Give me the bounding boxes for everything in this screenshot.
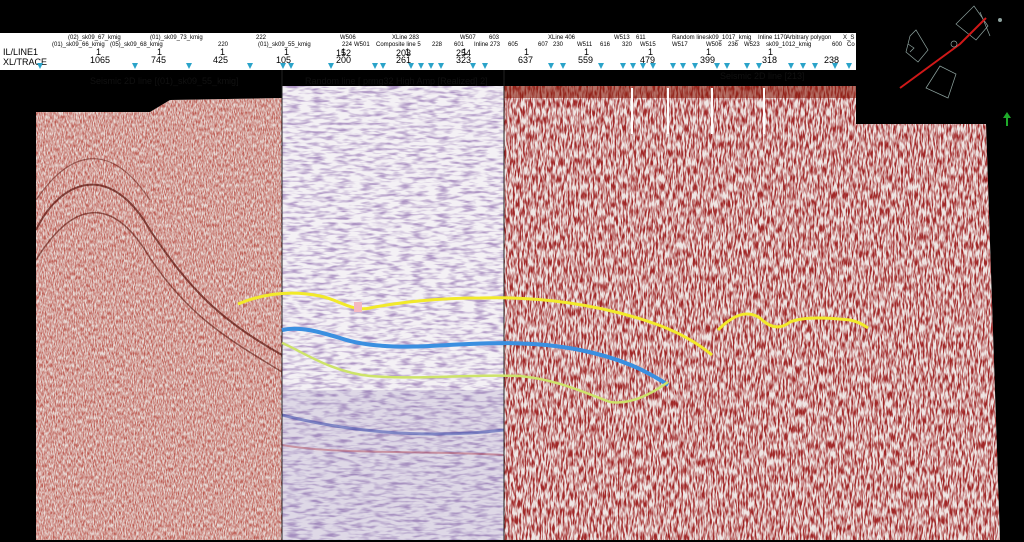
depth-tick: -2500 bbox=[4, 465, 28, 475]
depth-tick: -2250 bbox=[4, 427, 28, 437]
depth-tick: -1250 bbox=[4, 275, 28, 285]
minimap-icon[interactable] bbox=[856, 0, 1024, 124]
depth-tick: -250 bbox=[9, 123, 28, 133]
panel-title-left: Seismic 2D line [(01)_sk09_55_kmig] bbox=[90, 76, 239, 86]
pick-marker bbox=[354, 302, 362, 312]
depth-tick: -2750 bbox=[4, 503, 28, 513]
panel-title-middle: Random line [ prmg32 High Amp [Realized]… bbox=[305, 76, 488, 86]
depth-tick: -2000 bbox=[4, 389, 28, 399]
seismic-viewer[interactable]: IL/LINE1 XL/TRACE (02)_sk09_67_kmig (01)… bbox=[0, 0, 1024, 542]
depth-tick: -1500 bbox=[4, 313, 28, 323]
depth-tick: -500 bbox=[9, 161, 28, 171]
depth-tick: -1750 bbox=[4, 351, 28, 361]
depth-tick: -1000 bbox=[4, 237, 28, 247]
depth-tick: 0 bbox=[22, 85, 28, 95]
panel-title-right: Seismic 2D line [213] bbox=[720, 71, 805, 81]
depth-tick: -750 bbox=[9, 199, 28, 209]
north-arrow-icon bbox=[1003, 112, 1011, 126]
